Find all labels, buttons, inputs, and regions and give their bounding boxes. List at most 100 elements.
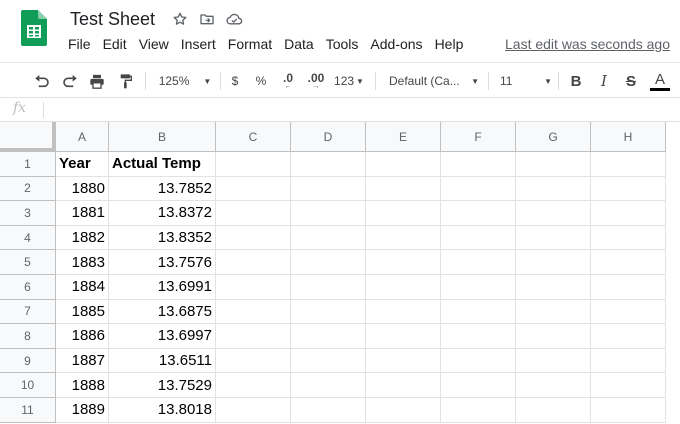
- cell-year[interactable]: 1885: [56, 299, 109, 325]
- row-header[interactable]: 10: [0, 373, 56, 398]
- select-all-corner[interactable]: [0, 122, 56, 152]
- empty-cell[interactable]: [591, 324, 666, 349]
- empty-cell[interactable]: [216, 250, 291, 275]
- cell-actual-temp[interactable]: 13.8018: [109, 397, 216, 423]
- increase-decimal-button[interactable]: .00 →: [305, 70, 327, 92]
- cell-year[interactable]: 1888: [56, 373, 109, 398]
- cell-actual-temp[interactable]: 13.6997: [109, 324, 216, 349]
- undo-icon[interactable]: [32, 70, 52, 92]
- menu-format[interactable]: Format: [222, 35, 278, 53]
- empty-cell[interactable]: [516, 250, 591, 275]
- move-to-folder-icon[interactable]: [198, 10, 216, 28]
- sheets-logo-icon[interactable]: [21, 10, 47, 46]
- print-icon[interactable]: [87, 70, 107, 92]
- empty-cell[interactable]: [216, 201, 291, 226]
- cell-year[interactable]: 1884: [56, 274, 109, 300]
- empty-cell[interactable]: [216, 397, 291, 423]
- column-header-a[interactable]: A: [56, 122, 109, 152]
- menu-view[interactable]: View: [133, 35, 175, 53]
- empty-cell[interactable]: [291, 324, 366, 349]
- empty-cell[interactable]: [441, 250, 516, 275]
- empty-cell[interactable]: [366, 324, 441, 349]
- redo-icon[interactable]: [60, 70, 80, 92]
- empty-cell[interactable]: [291, 225, 366, 251]
- empty-cell[interactable]: [516, 201, 591, 226]
- empty-cell[interactable]: [591, 201, 666, 226]
- cell-year[interactable]: 1881: [56, 201, 109, 226]
- star-icon[interactable]: [171, 10, 189, 28]
- cell-b1[interactable]: Actual Temp: [109, 152, 216, 177]
- cell-year[interactable]: 1889: [56, 397, 109, 423]
- empty-cell[interactable]: [291, 176, 366, 202]
- empty-cell[interactable]: [441, 225, 516, 251]
- row-header[interactable]: 1: [0, 152, 56, 177]
- empty-cell[interactable]: [516, 152, 591, 177]
- cell-actual-temp[interactable]: 13.6991: [109, 274, 216, 300]
- row-header[interactable]: 2: [0, 176, 56, 202]
- row-header[interactable]: 11: [0, 397, 56, 423]
- cell-actual-temp[interactable]: 13.6875: [109, 299, 216, 325]
- empty-cell[interactable]: [366, 250, 441, 275]
- row-header[interactable]: 3: [0, 201, 56, 226]
- empty-cell[interactable]: [441, 201, 516, 226]
- row-header[interactable]: 8: [0, 324, 56, 349]
- menu-help[interactable]: Help: [429, 35, 470, 53]
- empty-cell[interactable]: [441, 176, 516, 202]
- empty-cell[interactable]: [516, 176, 591, 202]
- empty-cell[interactable]: [516, 373, 591, 398]
- empty-cell[interactable]: [441, 152, 516, 177]
- empty-cell[interactable]: [591, 373, 666, 398]
- empty-cell[interactable]: [591, 397, 666, 423]
- decrease-decimal-button[interactable]: .0 ←: [279, 70, 297, 92]
- percent-format-button[interactable]: %: [254, 70, 268, 92]
- empty-cell[interactable]: [516, 225, 591, 251]
- empty-cell[interactable]: [441, 299, 516, 325]
- empty-cell[interactable]: [366, 348, 441, 374]
- empty-cell[interactable]: [291, 152, 366, 177]
- cloud-saved-icon[interactable]: [225, 10, 243, 28]
- column-header-b[interactable]: B: [109, 122, 216, 152]
- empty-cell[interactable]: [291, 201, 366, 226]
- empty-cell[interactable]: [366, 397, 441, 423]
- empty-cell[interactable]: [591, 299, 666, 325]
- menu-data[interactable]: Data: [278, 35, 320, 53]
- column-header-e[interactable]: E: [366, 122, 441, 152]
- italic-button[interactable]: I: [596, 70, 612, 92]
- font-size-dropdown[interactable]: 11 ▼: [500, 70, 552, 92]
- empty-cell[interactable]: [291, 299, 366, 325]
- empty-cell[interactable]: [291, 348, 366, 374]
- text-color-button[interactable]: A: [650, 70, 670, 92]
- cell-actual-temp[interactable]: 13.7529: [109, 373, 216, 398]
- row-header[interactable]: 6: [0, 274, 56, 300]
- row-header[interactable]: 7: [0, 299, 56, 325]
- empty-cell[interactable]: [366, 201, 441, 226]
- empty-cell[interactable]: [441, 274, 516, 300]
- cell-a1[interactable]: Year: [56, 152, 109, 177]
- strikethrough-button[interactable]: S: [623, 70, 639, 92]
- column-header-g[interactable]: G: [516, 122, 591, 152]
- cell-actual-temp[interactable]: 13.8372: [109, 201, 216, 226]
- empty-cell[interactable]: [366, 274, 441, 300]
- empty-cell[interactable]: [216, 373, 291, 398]
- empty-cell[interactable]: [216, 348, 291, 374]
- row-header[interactable]: 9: [0, 348, 56, 374]
- zoom-dropdown[interactable]: 125% ▼: [156, 70, 214, 92]
- cell-actual-temp[interactable]: 13.6511: [109, 348, 216, 374]
- empty-cell[interactable]: [291, 274, 366, 300]
- empty-cell[interactable]: [366, 225, 441, 251]
- cell-year[interactable]: 1883: [56, 250, 109, 275]
- empty-cell[interactable]: [591, 152, 666, 177]
- empty-cell[interactable]: [366, 373, 441, 398]
- menu-edit[interactable]: Edit: [97, 35, 133, 53]
- empty-cell[interactable]: [591, 176, 666, 202]
- empty-cell[interactable]: [291, 250, 366, 275]
- cell-year[interactable]: 1880: [56, 176, 109, 202]
- document-title[interactable]: Test Sheet: [70, 8, 155, 30]
- bold-button[interactable]: B: [568, 70, 584, 92]
- empty-cell[interactable]: [591, 274, 666, 300]
- more-formats-dropdown[interactable]: 123 ▼: [333, 70, 365, 92]
- menu-tools[interactable]: Tools: [320, 35, 365, 53]
- empty-cell[interactable]: [441, 348, 516, 374]
- empty-cell[interactable]: [441, 397, 516, 423]
- empty-cell[interactable]: [591, 225, 666, 251]
